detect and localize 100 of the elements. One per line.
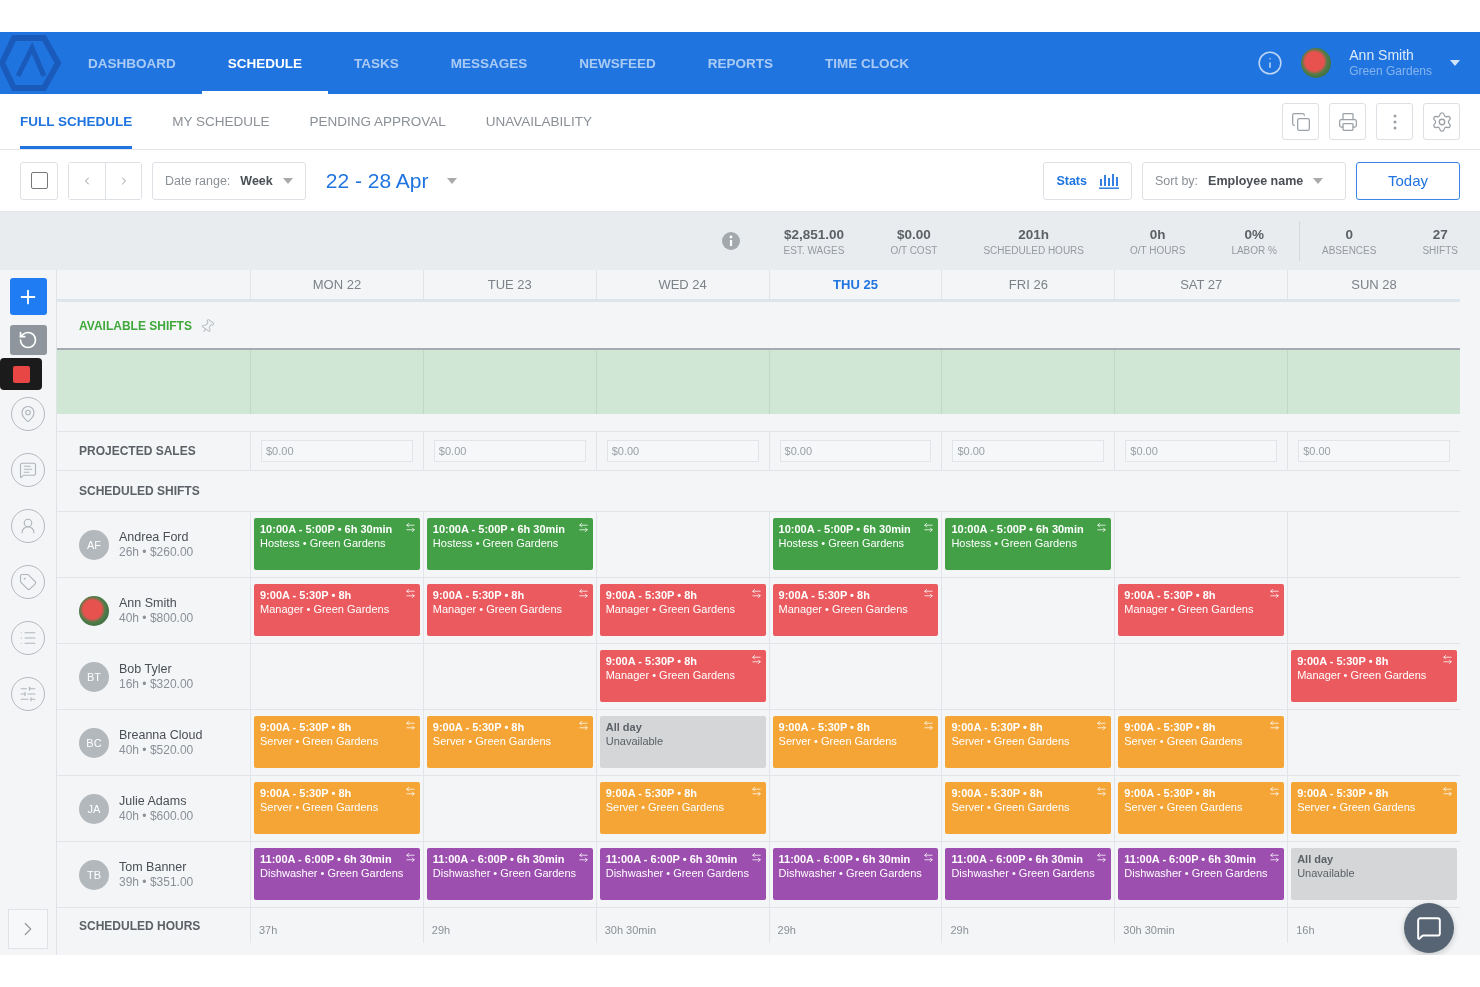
day-cell[interactable]: 9:00A - 5:30P • 8h Server • Green Gardens (1114, 775, 1288, 841)
available-shifts-cell[interactable] (1287, 350, 1460, 414)
day-cell[interactable]: 10:00A - 5:00P • 6h 30min Hostess • Green Gardens (941, 511, 1115, 577)
swap-icon[interactable] (1096, 786, 1108, 797)
day-cell[interactable]: 11:00A - 6:00P • 6h 30min Dishwasher • Green Gardens (250, 841, 423, 907)
shift-card[interactable]: 9:00A - 5:30P • 8h Manager • Green Gardens (599, 584, 766, 636)
shift-card[interactable]: 9:00A - 5:30P • 8h Server • Green Gardens (1118, 782, 1285, 834)
stop-recording-button[interactable] (0, 358, 42, 390)
sales-input[interactable]: $0.00 (779, 440, 932, 462)
day-cell[interactable]: 9:00A - 5:30P • 8h Server • Green Gardens (250, 709, 423, 775)
shift-card[interactable]: 9:00A - 5:30P • 8h Server • Green Gardens (945, 716, 1112, 768)
shift-card[interactable]: 9:00A - 5:30P • 8h Server • Green Gardens (254, 782, 420, 834)
select-all-button[interactable] (20, 161, 58, 200)
swap-icon[interactable] (750, 786, 762, 797)
expand-button[interactable] (8, 909, 48, 949)
nav-tab[interactable]: MESSAGES (424, 32, 554, 94)
day-cell[interactable]: 9:00A - 5:30P • 8h Manager • Green Gardens (595, 643, 769, 709)
shift-card[interactable]: 9:00A - 5:30P • 8h Manager • Green Gardens (1118, 584, 1285, 636)
swap-icon[interactable] (1442, 786, 1453, 797)
shift-card[interactable]: 9:00A - 5:30P • 8h Server • Green Gardens (1118, 716, 1285, 768)
day-cell[interactable]: 9:00A - 5:30P • 8h Server • Green Gardens (1114, 709, 1288, 775)
logo-icon[interactable] (0, 32, 62, 94)
swap-icon[interactable] (1096, 852, 1108, 863)
day-cell[interactable]: All day Unavailable (595, 709, 769, 775)
swap-icon[interactable] (1096, 720, 1108, 731)
pin-icon[interactable] (199, 318, 215, 334)
more-button[interactable] (1376, 103, 1413, 140)
add-button[interactable] (9, 278, 47, 315)
sales-input[interactable]: $0.00 (952, 440, 1105, 462)
shift-card[interactable]: 9:00A - 5:30P • 8h Manager • Green Gardens (426, 584, 593, 636)
swap-icon[interactable] (404, 588, 416, 599)
available-shifts-cell[interactable] (250, 350, 423, 414)
view-tab[interactable]: UNAVAILABILITY (485, 94, 592, 149)
swap-icon[interactable] (923, 522, 935, 533)
day-cell[interactable]: 9:00A - 5:30P • 8h Server • Green Gardens (1287, 775, 1460, 841)
sales-input[interactable]: $0.00 (1125, 440, 1278, 462)
day-cell[interactable]: 9:00A - 5:30P • 8h Manager • Green Gardens (1114, 577, 1288, 643)
shift-card[interactable]: 9:00A - 5:30P • 8h Server • Green Gardens (426, 716, 593, 768)
sort-select[interactable]: Sort by: Employee name (1142, 161, 1346, 200)
nav-tab[interactable]: DASHBOARD (62, 32, 202, 94)
view-tab[interactable]: PENDING APPROVAL (309, 94, 446, 149)
swap-icon[interactable] (577, 720, 589, 731)
swap-icon[interactable] (1269, 720, 1281, 731)
swap-icon[interactable] (1269, 852, 1281, 863)
shift-card[interactable]: 9:00A - 5:30P • 8h Server • Green Gardens (945, 782, 1112, 834)
shift-card[interactable]: 11:00A - 6:00P • 6h 30min Dishwasher • Green Gardens (772, 848, 939, 900)
swap-icon[interactable] (404, 786, 416, 797)
available-shifts-cell[interactable] (595, 350, 769, 414)
available-shifts-cell[interactable] (941, 350, 1115, 414)
swap-icon[interactable] (750, 852, 762, 863)
info-icon[interactable] (721, 232, 740, 250)
day-cell[interactable]: 9:00A - 5:30P • 8h Manager • Green Gardens (250, 577, 423, 643)
shift-card[interactable]: 10:00A - 5:00P • 6h 30min Hostess • Green Gardens (945, 518, 1112, 570)
day-cell[interactable]: 9:00A - 5:30P • 8h Manager • Green Gardens (422, 577, 596, 643)
day-cell[interactable]: 11:00A - 6:00P • 6h 30min Dishwasher • Green Gardens (941, 841, 1115, 907)
shift-card[interactable]: 9:00A - 5:30P • 8h Server • Green Gardens (772, 716, 939, 768)
shift-card[interactable]: 9:00A - 5:30P • 8h Manager • Green Gardens (772, 584, 939, 636)
day-cell[interactable]: 11:00A - 6:00P • 6h 30min Dishwasher • Green Gardens (422, 841, 596, 907)
sales-input[interactable]: $0.00 (433, 440, 586, 462)
shift-card[interactable]: 9:00A - 5:30P • 8h Server • Green Gardens (599, 782, 766, 834)
swap-icon[interactable] (750, 588, 762, 599)
sales-input[interactable]: $0.00 (1298, 440, 1450, 462)
swap-icon[interactable] (923, 852, 935, 863)
day-cell[interactable]: 9:00A - 5:30P • 8h Manager • Green Gardens (1287, 643, 1460, 709)
swap-icon[interactable] (404, 720, 416, 731)
day-cell[interactable]: 10:00A - 5:00P • 6h 30min Hostess • Green Gardens (250, 511, 423, 577)
day-cell[interactable]: 9:00A - 5:30P • 8h Manager • Green Gardens (595, 577, 769, 643)
shift-card[interactable]: 9:00A - 5:30P • 8h Server • Green Gardens (254, 716, 420, 768)
day-cell[interactable]: 9:00A - 5:30P • 8h Server • Green Gardens (250, 775, 423, 841)
shift-card[interactable]: 9:00A - 5:30P • 8h Manager • Green Gardens (599, 650, 766, 702)
day-cell[interactable]: 9:00A - 5:30P • 8h Server • Green Gardens (768, 709, 942, 775)
day-cell[interactable]: 11:00A - 6:00P • 6h 30min Dishwasher • Green Gardens (768, 841, 942, 907)
shift-card[interactable]: 11:00A - 6:00P • 6h 30min Dishwasher • Green Gardens (945, 848, 1112, 900)
period-select[interactable]: 22 - 28 Apr (315, 168, 467, 193)
swap-icon[interactable] (750, 654, 762, 665)
day-cell[interactable]: 9:00A - 5:30P • 8h Server • Green Gardens (422, 709, 596, 775)
unavailable-card[interactable]: All day Unavailable (1291, 848, 1457, 900)
swap-icon[interactable] (577, 588, 589, 599)
settings-button[interactable] (1423, 103, 1460, 140)
swap-icon[interactable] (404, 852, 416, 863)
swap-icon[interactable] (1269, 588, 1281, 599)
swap-icon[interactable] (1442, 654, 1453, 665)
date-range-select[interactable]: Date range: Week (152, 161, 306, 200)
shift-card[interactable]: 11:00A - 6:00P • 6h 30min Dishwasher • Green Gardens (1118, 848, 1285, 900)
shift-card[interactable]: 11:00A - 6:00P • 6h 30min Dishwasher • Green Gardens (599, 848, 766, 900)
shift-card[interactable]: 9:00A - 5:30P • 8h Manager • Green Gardens (254, 584, 420, 636)
day-cell[interactable]: 10:00A - 5:00P • 6h 30min Hostess • Green Gardens (768, 511, 942, 577)
shift-card[interactable]: 10:00A - 5:00P • 6h 30min Hostess • Green Gardens (426, 518, 593, 570)
print-button[interactable] (1329, 103, 1366, 140)
swap-icon[interactable] (923, 720, 935, 731)
shift-card[interactable]: 11:00A - 6:00P • 6h 30min Dishwasher • Green Gardens (254, 848, 420, 900)
day-cell[interactable]: All day Unavailable (1287, 841, 1460, 907)
sales-input[interactable]: $0.00 (261, 440, 413, 462)
shift-card[interactable]: 9:00A - 5:30P • 8h Manager • Green Gardens (1291, 650, 1457, 702)
unavailable-card[interactable]: All day Unavailable (599, 716, 766, 768)
nav-tab[interactable]: TASKS (328, 32, 425, 94)
day-cell[interactable]: 9:00A - 5:30P • 8h Manager • Green Gardens (768, 577, 942, 643)
select-all-checkbox[interactable] (30, 172, 48, 189)
shift-card[interactable]: 11:00A - 6:00P • 6h 30min Dishwasher • Green Gardens (426, 848, 593, 900)
day-cell[interactable]: 9:00A - 5:30P • 8h Server • Green Gardens (595, 775, 769, 841)
